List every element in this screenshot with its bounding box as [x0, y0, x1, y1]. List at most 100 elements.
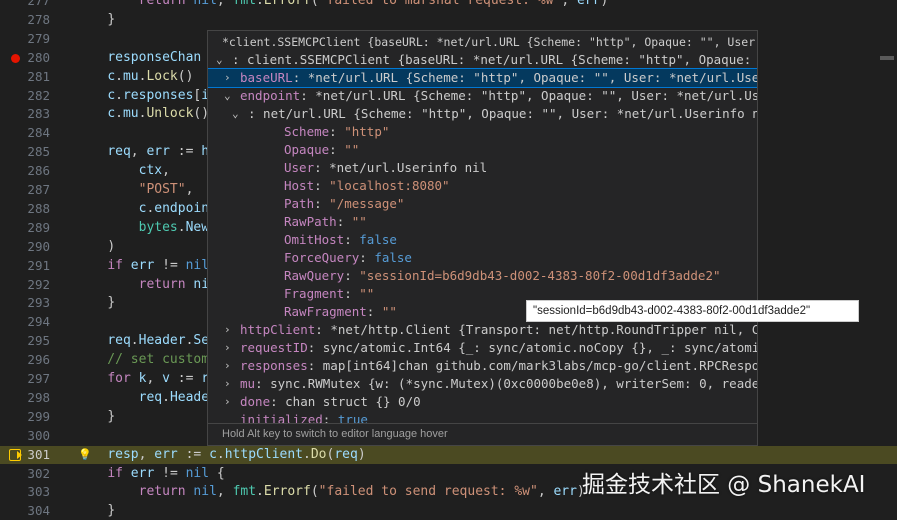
- variable-text: Path: "/message": [284, 196, 405, 211]
- code-text: resp, err := c.httpClient.Do(req): [107, 446, 366, 462]
- variable-row[interactable]: OmitHost: false: [208, 231, 757, 249]
- variable-text: User: *net/url.Userinfo nil: [284, 160, 488, 175]
- chevron-down-icon[interactable]: ⌄: [216, 51, 228, 69]
- variable-text: OmitHost: false: [284, 232, 397, 247]
- variable-row[interactable]: › responses: map[int64]chan github.com/ma…: [208, 357, 758, 375]
- line-number: 296: [27, 352, 50, 368]
- line-number: 289: [27, 219, 50, 235]
- line-number: 281: [27, 68, 50, 84]
- current-line-arrow-icon: [9, 448, 22, 461]
- code-text: // set custom: [76, 352, 210, 368]
- code-line[interactable]: 277 return nil, fmt.Errorf("failed to ma…: [0, 0, 897, 10]
- line-number: 304: [27, 503, 50, 519]
- code-line[interactable]: 278 }: [0, 11, 897, 29]
- variable-row[interactable]: ⌄ endpoint: *net/url.URL {Scheme: "http",…: [208, 87, 757, 105]
- code-text: }: [107, 503, 116, 519]
- line-number: 295: [27, 333, 50, 349]
- line-number: 283: [27, 106, 50, 122]
- line-number: 301: [27, 446, 50, 462]
- line-number: 292: [27, 276, 50, 292]
- line-number: 298: [27, 389, 50, 405]
- chevron-right-icon[interactable]: ›: [224, 357, 236, 375]
- variable-text: httpClient: *net/http.Client {Transport:…: [240, 322, 758, 337]
- line-number: 279: [27, 30, 50, 46]
- line-number: 297: [27, 371, 50, 386]
- variable-row[interactable]: › requestID: sync/atomic.Int64 {_: sync/a…: [208, 339, 758, 357]
- code-text: if err != nil {: [107, 465, 225, 481]
- scrollbar-marker[interactable]: [880, 56, 894, 60]
- variable-row[interactable]: Scheme: "http": [208, 123, 757, 141]
- code-text: req.Heade: [138, 389, 210, 405]
- code-text: "POST",: [138, 182, 194, 197]
- line-number: 303: [27, 484, 50, 500]
- line-number: 290: [27, 238, 50, 254]
- line-number: 284: [27, 125, 50, 141]
- watermark: 掘金技术社区 @ ShanekAI: [582, 472, 866, 498]
- variable-text: RawFragment: "": [284, 304, 397, 319]
- chevron-right-icon[interactable]: ›: [224, 69, 236, 87]
- chevron-right-icon[interactable]: ›: [224, 375, 236, 393]
- code-line[interactable]: 💡 301 resp, err := c.httpClient.Do(req): [0, 445, 897, 464]
- line-number: 277: [27, 0, 50, 8]
- variable-text: RawPath: "": [284, 214, 367, 229]
- variable-text: Scheme: "http": [284, 124, 390, 139]
- chevron-down-icon[interactable]: ⌄: [232, 105, 244, 123]
- variable-row[interactable]: ⌄ : net/url.URL {Scheme: "http", Opaque: …: [208, 105, 758, 123]
- line-number: 288: [27, 200, 50, 216]
- chevron-down-icon[interactable]: ⌄: [224, 87, 236, 105]
- debug-hover-widget[interactable]: *client.SSEMCPClient {baseURL: *net/url.…: [207, 30, 758, 446]
- variable-row[interactable]: Host: "localhost:8080": [208, 177, 757, 195]
- variable-row[interactable]: › httpClient: *net/http.Client {Transport…: [208, 321, 758, 339]
- code-text: }: [107, 11, 116, 27]
- variable-text: Opaque: "": [284, 142, 360, 157]
- chevron-right-icon[interactable]: ›: [224, 321, 236, 339]
- line-number: 293: [27, 295, 50, 311]
- code-text: for k, v := r: [107, 371, 210, 386]
- variable-row[interactable]: › done: chan struct {} 0/0: [208, 393, 757, 411]
- breakpoint-icon[interactable]: [11, 53, 20, 63]
- variable-text: Fragment: "": [284, 286, 375, 301]
- variable-row[interactable]: RawQuery: "sessionId=b6d9db43-d002-4383-…: [208, 267, 757, 285]
- line-number: 278: [27, 11, 50, 27]
- variable-row[interactable]: Path: "/message": [208, 195, 757, 213]
- variable-text: mu: sync.RWMutex {w: (*sync.Mutex)(0xc00…: [240, 376, 758, 391]
- code-text: c.responses[i: [107, 87, 210, 103]
- line-number: 286: [27, 163, 50, 179]
- variable-text: : net/url.URL {Scheme: "http", Opaque: "…: [248, 106, 758, 121]
- code-text: req, err := h: [107, 144, 210, 160]
- code-line[interactable]: 304 }: [0, 502, 897, 520]
- variable-row[interactable]: Opaque: "": [208, 141, 757, 159]
- variable-row[interactable]: ⌄ : client.SSEMCPClient {baseURL: *net/ur…: [208, 51, 758, 69]
- code-text: c.mu.Lock(): [107, 68, 194, 84]
- variable-text: done: chan struct {} 0/0: [240, 394, 421, 409]
- code-text: ): [107, 238, 116, 254]
- variable-text: Host: "localhost:8080": [284, 178, 450, 193]
- variable-text: : client.SSEMCPClient {baseURL: *net/url…: [232, 52, 758, 67]
- variable-row[interactable]: RawPath: "": [208, 213, 757, 231]
- code-text: return ni: [138, 276, 210, 292]
- code-text: req.Header.Se: [107, 333, 210, 349]
- code-text: return nil, fmt.Errorf("failed to send r…: [138, 484, 585, 500]
- code-text: bytes.New: [138, 219, 210, 235]
- line-number: 299: [27, 408, 50, 424]
- variable-row[interactable]: › baseURL: *net/url.URL {Scheme: "http", …: [208, 68, 758, 88]
- chevron-right-icon[interactable]: ›: [224, 339, 236, 357]
- line-number: 287: [27, 182, 50, 197]
- line-number: 302: [27, 465, 50, 481]
- code-text: ctx,: [138, 163, 170, 179]
- code-text: }: [107, 295, 116, 311]
- variable-row[interactable]: User: *net/url.Userinfo nil: [208, 159, 757, 177]
- hover-title: *client.SSEMCPClient {baseURL: *net/url.…: [222, 35, 757, 49]
- chevron-right-icon[interactable]: ›: [224, 393, 236, 411]
- code-text: responseChan: [107, 49, 202, 65]
- line-number: 282: [27, 87, 50, 103]
- variable-text: requestID: sync/atomic.Int64 {_: sync/at…: [240, 340, 758, 355]
- variable-text: baseURL: *net/url.URL {Scheme: "http", O…: [240, 70, 758, 85]
- variable-row[interactable]: › mu: sync.RWMutex {w: (*sync.Mutex)(0xc0…: [208, 375, 758, 393]
- code-text: c.mu.Unlock(): [107, 106, 210, 122]
- line-number: 300: [27, 427, 50, 443]
- variable-row[interactable]: ForceQuery: false: [208, 249, 757, 267]
- code-text: if err != nil: [107, 257, 210, 273]
- variable-text: responses: map[int64]chan github.com/mar…: [240, 358, 758, 373]
- line-number: 285: [27, 144, 50, 160]
